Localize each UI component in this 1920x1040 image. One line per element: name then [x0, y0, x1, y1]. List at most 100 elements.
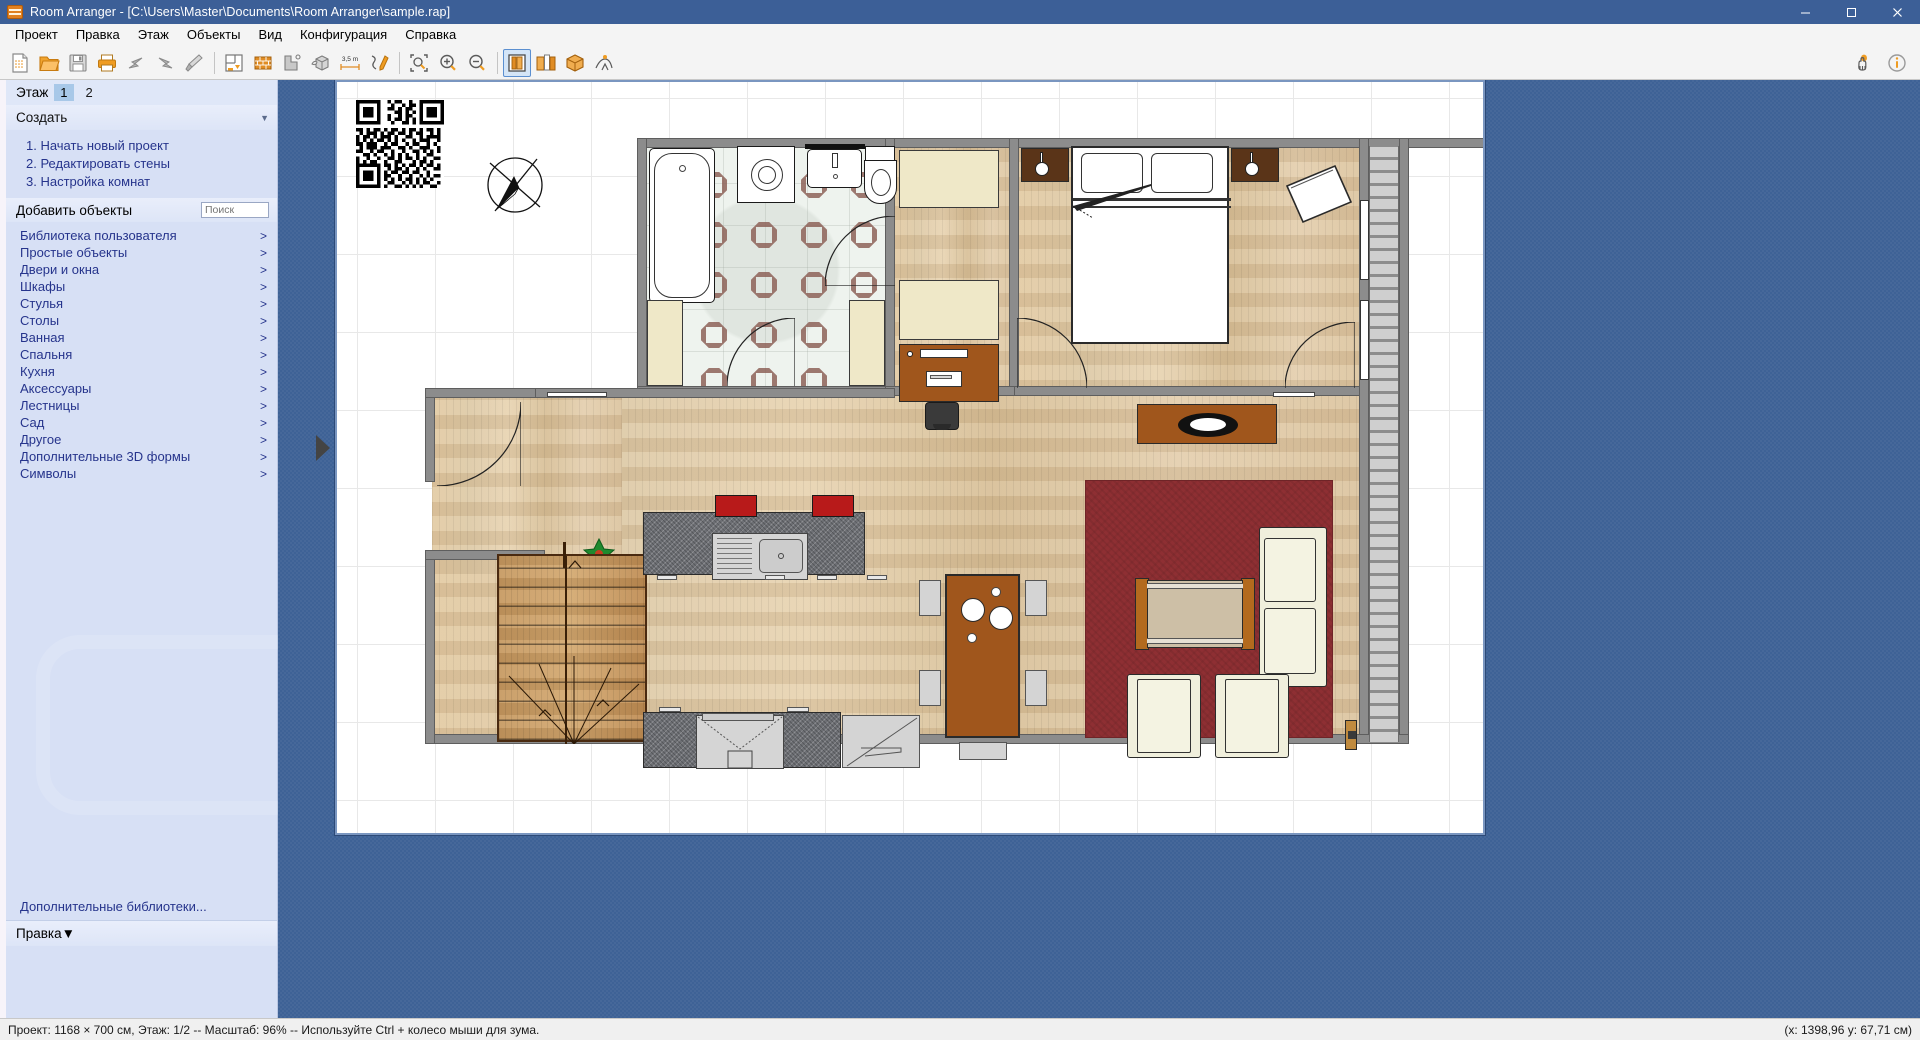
create-section-header[interactable]: Создать ▼	[6, 105, 277, 130]
menu-objects[interactable]: Объекты	[178, 24, 250, 45]
category-bathroom[interactable]: Ванная >	[6, 329, 277, 346]
category-label: Простые объекты	[20, 245, 128, 260]
category-simple-objects[interactable]: Простые объекты >	[6, 244, 277, 261]
link-start-new-project[interactable]: 1. Начать новый проект	[6, 136, 277, 154]
category-user-library[interactable]: Библиотека пользователя >	[6, 227, 277, 244]
category-doors-windows[interactable]: Двери и окна >	[6, 261, 277, 278]
menu-floor[interactable]: Этаж	[129, 24, 178, 45]
bar-stool-2[interactable]	[812, 495, 854, 517]
dining-chair-bottom[interactable]	[959, 742, 1007, 760]
armchair-1[interactable]	[1127, 674, 1201, 758]
measure-icon[interactable]: 3,5 m	[336, 49, 364, 77]
view-layers-icon[interactable]	[532, 49, 560, 77]
wardrobe-left-column[interactable]	[647, 300, 683, 386]
new-document-icon[interactable]	[6, 49, 34, 77]
format-brush-icon[interactable]	[180, 49, 208, 77]
nightstand-right[interactable]	[1231, 148, 1279, 182]
hand-cursor-icon[interactable]	[1850, 49, 1878, 77]
nightstand-left[interactable]	[1021, 148, 1069, 182]
create-section-title: Создать	[16, 110, 68, 125]
bar-stool-1[interactable]	[715, 495, 757, 517]
link-more-libraries[interactable]: Дополнительные библиотеки...	[6, 895, 277, 920]
dining-chair-right-2[interactable]	[1025, 670, 1047, 706]
category-tables[interactable]: Столы >	[6, 312, 277, 329]
menu-help[interactable]: Справка	[396, 24, 465, 45]
maximize-button[interactable]	[1828, 0, 1874, 24]
menu-project[interactable]: Проект	[6, 24, 67, 45]
staircase[interactable]	[497, 554, 647, 744]
dishwasher[interactable]	[842, 715, 920, 768]
save-icon[interactable]	[64, 49, 92, 77]
undo-icon[interactable]	[122, 49, 150, 77]
category-label: Лестницы	[20, 398, 80, 413]
view-3d-box-icon[interactable]	[561, 49, 589, 77]
chevron-right-icon: >	[259, 279, 267, 294]
armchair-2[interactable]	[1215, 674, 1289, 758]
kitchen-island[interactable]	[643, 512, 865, 580]
room-plan-icon[interactable]	[220, 49, 248, 77]
floor-lamp[interactable]	[1345, 720, 1357, 750]
wardrobe-corridor-mid[interactable]	[899, 280, 999, 340]
dining-chair-right-1[interactable]	[1025, 580, 1047, 616]
dining-table[interactable]	[945, 574, 1020, 738]
menu-view[interactable]: Вид	[249, 24, 291, 45]
category-chairs[interactable]: Стулья >	[6, 295, 277, 312]
coffee-table[interactable]	[1135, 578, 1255, 650]
double-bed[interactable]	[1071, 146, 1231, 344]
edit-section-header[interactable]: Правка ▼	[6, 920, 277, 946]
status-bar: Проект: 1168 × 700 см, Этаж: 1/2 -- Масш…	[0, 1018, 1920, 1040]
wardrobe-corridor-top[interactable]	[899, 150, 999, 208]
wall-brick-icon[interactable]	[249, 49, 277, 77]
island-handle-4	[867, 575, 887, 580]
plan-canvas[interactable]	[278, 80, 1920, 1018]
search-input[interactable]	[201, 202, 269, 218]
close-button[interactable]	[1874, 0, 1920, 24]
3d-object-icon[interactable]	[307, 49, 335, 77]
category-extra-3d-shapes[interactable]: Дополнительные 3D формы >	[6, 448, 277, 465]
link-configure-rooms[interactable]: 3. Настройка комнат	[6, 172, 277, 190]
corner-shape-icon[interactable]	[278, 49, 306, 77]
office-chair[interactable]	[925, 402, 959, 430]
bathtub[interactable]	[649, 148, 715, 303]
kitchen-counter-lower[interactable]	[643, 712, 841, 769]
bathroom-sink[interactable]	[807, 149, 862, 188]
chevron-right-icon: >	[259, 245, 267, 260]
walkthrough-icon[interactable]	[590, 49, 618, 77]
category-symbols[interactable]: Символы >	[6, 465, 277, 482]
edit-pencil-icon[interactable]	[365, 49, 393, 77]
panel-drag-handle[interactable]	[316, 435, 330, 461]
category-stairs[interactable]: Лестницы >	[6, 397, 277, 414]
category-bedroom[interactable]: Спальня >	[6, 346, 277, 363]
sofa-right[interactable]	[1259, 527, 1327, 687]
redo-icon[interactable]	[151, 49, 179, 77]
dining-chair-left-1[interactable]	[919, 580, 941, 616]
wardrobe-right-column[interactable]	[849, 300, 885, 386]
view-2d-icon[interactable]	[503, 48, 531, 77]
category-cabinets[interactable]: Шкафы >	[6, 278, 277, 295]
category-other[interactable]: Другое >	[6, 431, 277, 448]
minimize-button[interactable]	[1782, 0, 1828, 24]
dining-chair-left-2[interactable]	[919, 670, 941, 706]
zoom-fit-icon[interactable]	[405, 49, 433, 77]
floor-tab-1[interactable]: 1	[54, 84, 74, 101]
category-kitchen[interactable]: Кухня >	[6, 363, 277, 380]
menu-configuration[interactable]: Конфигурация	[291, 24, 396, 45]
chevron-right-icon: >	[259, 449, 267, 464]
toilet[interactable]	[864, 160, 897, 204]
open-folder-icon[interactable]	[35, 49, 63, 77]
print-icon[interactable]	[93, 49, 121, 77]
floor-plan-sheet[interactable]	[335, 80, 1485, 835]
info-icon[interactable]	[1883, 49, 1911, 77]
shower-tray[interactable]	[737, 146, 795, 203]
desk[interactable]	[899, 344, 999, 402]
category-garden[interactable]: Сад >	[6, 414, 277, 431]
sideboard[interactable]	[1137, 404, 1277, 444]
category-accessories[interactable]: Аксессуары >	[6, 380, 277, 397]
link-edit-walls[interactable]: 2. Редактировать стены	[6, 154, 277, 172]
menu-edit[interactable]: Правка	[67, 24, 129, 45]
rotated-furniture-topright[interactable]	[1277, 160, 1357, 236]
zoom-in-icon[interactable]	[434, 49, 462, 77]
category-label: Стулья	[20, 296, 64, 311]
zoom-out-icon[interactable]	[463, 49, 491, 77]
floor-tab-2[interactable]: 2	[80, 84, 99, 101]
